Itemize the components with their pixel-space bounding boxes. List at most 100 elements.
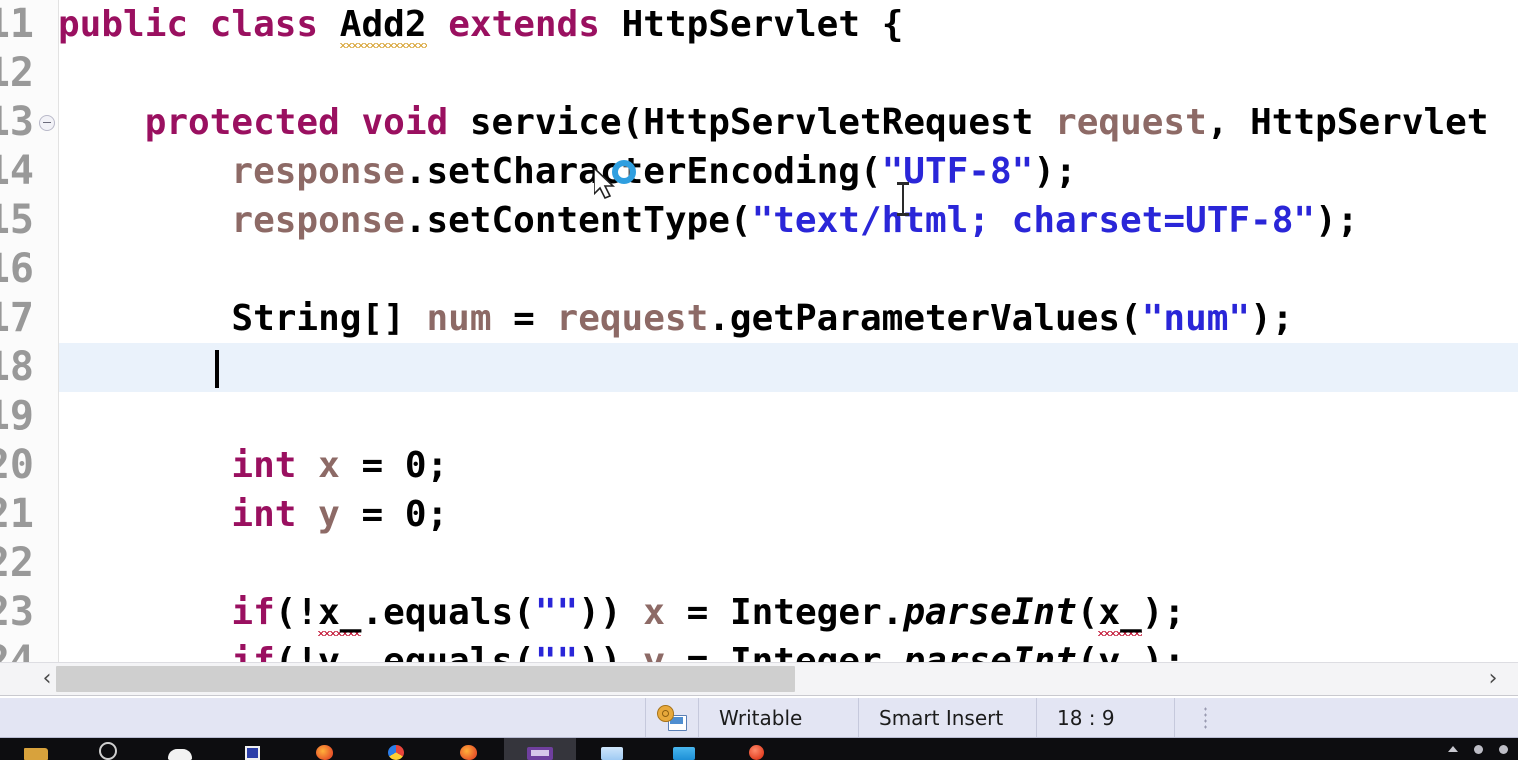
code-token: = Integer. — [664, 592, 904, 633]
tray-icon-1[interactable] — [1474, 744, 1483, 754]
code-token: (! — [274, 592, 319, 633]
code-line-22[interactable] — [58, 539, 1518, 588]
code-token: , HttpServlet — [1206, 102, 1489, 143]
line-number: 19 — [0, 393, 34, 439]
gutter-line-19[interactable]: 19 — [0, 392, 58, 441]
code-line-16[interactable] — [58, 245, 1518, 294]
code-line-11[interactable]: public class Add2 extends HttpServlet { — [58, 0, 1518, 49]
drag-dots-icon — [1203, 705, 1207, 730]
gutter-line-20[interactable]: 20 — [0, 441, 58, 490]
code-token: public — [58, 4, 189, 45]
line-number: 17 — [0, 295, 34, 341]
code-editor[interactable]: 11121314151617181920212223 24 public clas… — [0, 0, 1518, 662]
scrollbar-thumb[interactable] — [56, 666, 795, 692]
line-number: 18 — [0, 344, 34, 390]
status-drag-handle[interactable] — [1175, 698, 1235, 737]
code-token: response — [231, 200, 405, 241]
status-build-icon-cell[interactable] — [645, 698, 699, 737]
code-token: ( — [1076, 592, 1099, 633]
gutter-line-23[interactable]: 23 — [0, 588, 58, 637]
cloud-icon — [168, 749, 192, 760]
code-token: ); — [1141, 641, 1186, 662]
gutter-line-14[interactable]: 14 — [0, 147, 58, 196]
code-token: = — [491, 298, 557, 339]
blue-square-icon — [244, 746, 260, 760]
tray-icon-2[interactable] — [1499, 744, 1508, 754]
code-token: 0 — [404, 494, 427, 535]
code-token: if — [231, 592, 275, 633]
taskbar-item-app-ring[interactable] — [72, 738, 144, 760]
code-line-20[interactable]: int x = 0; — [58, 441, 1518, 490]
gutter-line-24[interactable]: 24 — [0, 637, 58, 662]
code-token: response — [231, 151, 405, 192]
gutter-line-13[interactable]: 13 — [0, 98, 58, 147]
gutter-line-15[interactable]: 15 — [0, 196, 58, 245]
taskbar-item-app-blue-square[interactable] — [216, 738, 288, 760]
taskbar-item-file-explorer[interactable] — [0, 738, 72, 760]
line-number-gutter[interactable]: 11121314151617181920212223 24 — [0, 0, 59, 662]
code-line-15[interactable]: response.setContentType("text/html; char… — [58, 196, 1518, 245]
gutter-line-21[interactable]: 21 — [0, 490, 58, 539]
code-token: ; — [426, 445, 449, 486]
code-token: y_ — [318, 641, 362, 662]
taskbar-item-chrome[interactable] — [360, 738, 432, 760]
system-tray[interactable] — [1448, 738, 1508, 760]
code-token: )) — [578, 592, 644, 633]
line-number: 15 — [0, 197, 34, 243]
code-token: service(HttpServletRequest — [448, 102, 1056, 143]
code-token: parseInt — [903, 592, 1077, 633]
code-line-21[interactable]: int y = 0; — [58, 490, 1518, 539]
chrome-icon — [388, 745, 404, 760]
fold-collapse-icon[interactable] — [39, 115, 55, 131]
code-token: String[] — [231, 298, 427, 339]
horizontal-scrollbar[interactable]: ‹ › — [0, 662, 1518, 696]
status-caret-position[interactable]: 18 : 9 — [1037, 698, 1175, 737]
taskbar-item-app-cloud[interactable] — [144, 738, 216, 760]
code-token: y_ — [1098, 641, 1142, 662]
gutter-line-16[interactable]: 16 — [0, 245, 58, 294]
code-line-12[interactable] — [58, 49, 1518, 98]
code-line-17[interactable]: String[] num = request.getParameterValue… — [58, 294, 1518, 343]
status-insert-mode[interactable]: Smart Insert — [859, 698, 1037, 737]
taskbar-item-firefox-2[interactable] — [432, 738, 504, 760]
code-token: x_ — [1098, 592, 1142, 636]
code-line-23[interactable]: if(!x_.equals("")) x = Integer.parseInt(… — [58, 588, 1518, 637]
windows-taskbar[interactable] — [0, 738, 1518, 760]
gutter-line-11[interactable]: 11 — [0, 0, 58, 49]
eclipse-icon — [527, 747, 553, 760]
taskbar-item-eclipse[interactable] — [504, 738, 576, 760]
taskbar-item-app-red[interactable] — [720, 738, 792, 760]
line-number: 20 — [0, 442, 34, 488]
code-token: ( — [1076, 641, 1099, 662]
code-line-13[interactable]: protected void service(HttpServletReques… — [58, 98, 1518, 147]
code-token: x — [643, 592, 665, 633]
code-token: ); — [1141, 592, 1186, 633]
line-number: 21 — [0, 491, 34, 537]
taskbar-item-window-app-2[interactable] — [648, 738, 720, 760]
taskbar-item-firefox[interactable] — [288, 738, 360, 760]
gutter-line-12[interactable]: 12 — [0, 49, 58, 98]
gutter-line-22[interactable]: 22 — [0, 539, 58, 588]
code-token: .setCharacterEncoding( — [404, 151, 882, 192]
code-text-area[interactable]: public class Add2 extends HttpServlet { … — [58, 0, 1518, 662]
gutter-line-17[interactable]: 17 — [0, 294, 58, 343]
gutter-line-18[interactable]: 18 — [0, 343, 58, 392]
code-line-24[interactable]: if(!y_.equals("")) y = Integer.parseInt(… — [58, 637, 1518, 662]
show-hidden-icons-caret-icon[interactable] — [1448, 746, 1458, 752]
scroll-right-arrow-icon[interactable]: › — [1476, 663, 1510, 695]
code-token: )) — [578, 641, 644, 662]
taskbar-item-window-app-1[interactable] — [576, 738, 648, 760]
code-line-14[interactable]: response.setCharacterEncoding("UTF-8"); — [58, 147, 1518, 196]
status-writable[interactable]: Writable — [699, 698, 859, 737]
code-token: .setContentType( — [404, 200, 752, 241]
line-number: 24 — [0, 638, 34, 662]
screen: 11121314151617181920212223 24 public clas… — [0, 0, 1518, 760]
code-line-18[interactable] — [58, 343, 1518, 392]
code-line-19[interactable] — [58, 392, 1518, 441]
